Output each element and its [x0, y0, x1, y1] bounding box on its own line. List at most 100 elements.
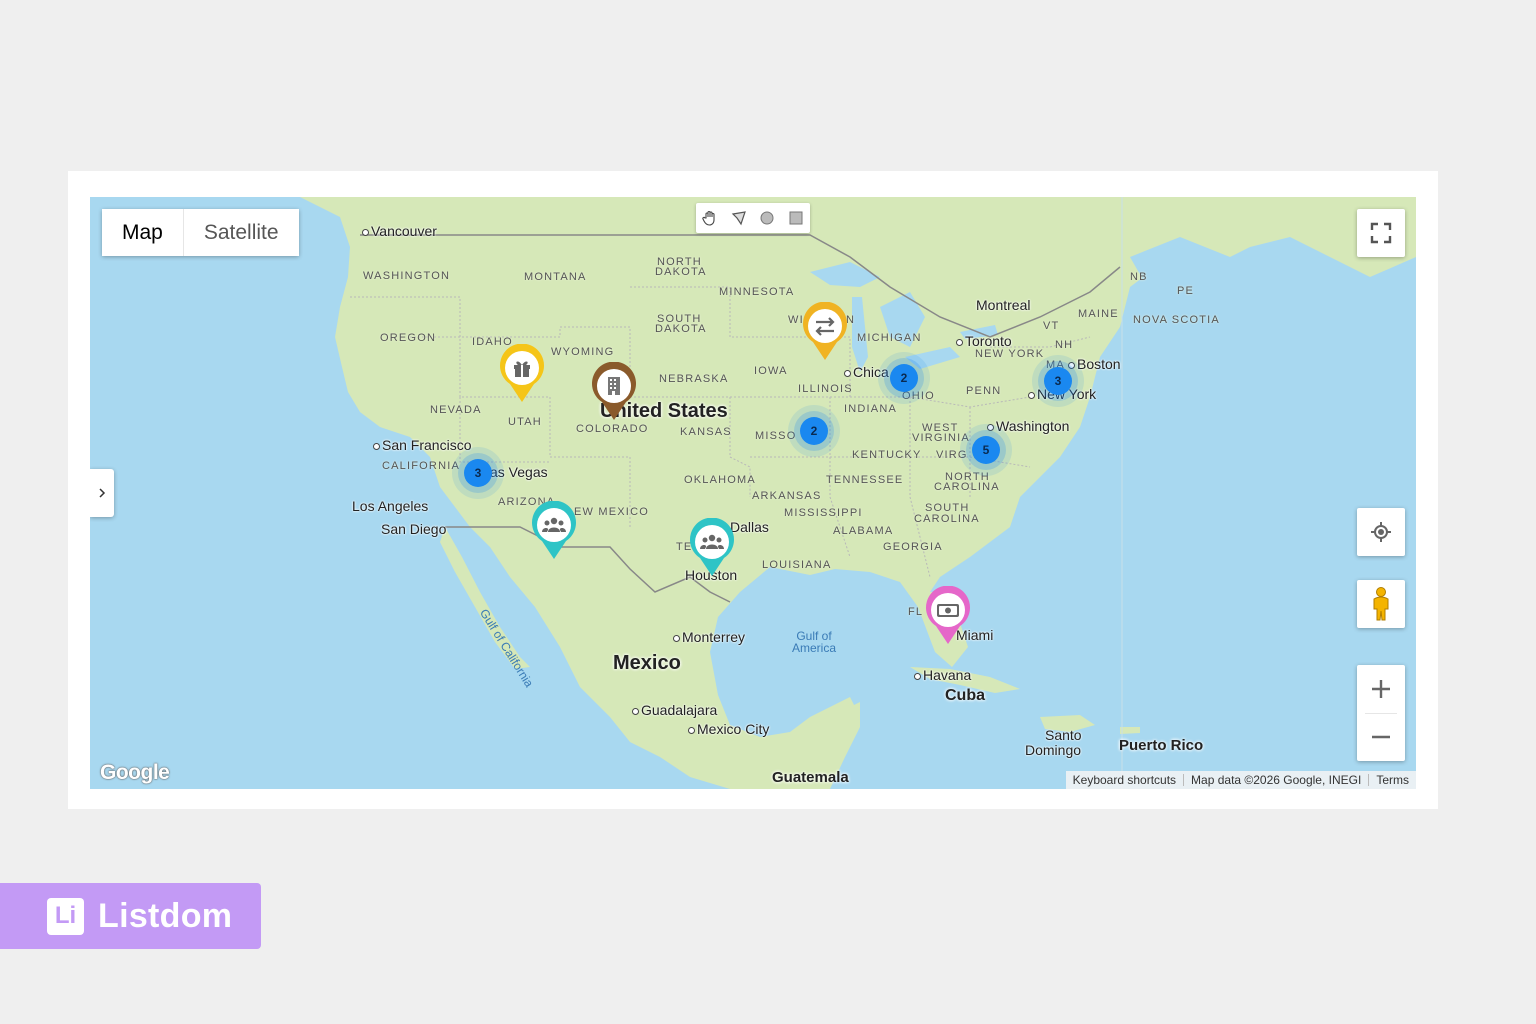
- state-vt: VT: [1043, 320, 1060, 332]
- map-card: United States Mexico Cuba Guatemala Puer…: [68, 171, 1438, 809]
- state-arkansas: ARKANSAS: [752, 490, 822, 502]
- zoom-divider: [1365, 713, 1397, 714]
- state-michigan: MICHIGAN: [857, 332, 922, 344]
- state-penn: PENN: [966, 385, 1002, 397]
- state-nh: NH: [1055, 339, 1074, 351]
- circle-draw-icon[interactable]: [756, 207, 778, 229]
- cluster-washington[interactable]: 5: [959, 423, 1013, 477]
- state-washington: WASHINGTON: [363, 270, 451, 282]
- cluster-count: 3: [1055, 374, 1062, 388]
- state-kentucky: KENTUCKY: [852, 449, 922, 461]
- map-type-map-button[interactable]: Map: [102, 209, 183, 256]
- cluster-count: 2: [811, 424, 818, 438]
- state-oregon: OREGON: [380, 332, 437, 344]
- state-montana: MONTANA: [524, 271, 587, 283]
- my-location-button[interactable]: [1357, 508, 1405, 556]
- state-georgia: GEORGIA: [883, 541, 943, 553]
- pin-wisconsin-exchange[interactable]: [800, 301, 850, 362]
- city-santo-domingo-1: Santo: [1045, 727, 1082, 743]
- state-illinois: ILLINOIS: [798, 383, 853, 395]
- google-logo[interactable]: Google: [100, 761, 170, 785]
- brand-badge: Li Listdom: [0, 883, 261, 949]
- street-view-pegman[interactable]: [1357, 580, 1405, 628]
- country-label-puerto-rico: Puerto Rico: [1119, 737, 1204, 754]
- state-california: CALIFORNIA: [382, 460, 461, 472]
- country-label-cuba: Cuba: [945, 687, 985, 704]
- cluster-count: 2: [901, 371, 908, 385]
- state-maine: MAINE: [1078, 308, 1119, 320]
- state-iowa: IOWA: [754, 365, 788, 377]
- state-louisiana: LOUISIANA: [762, 559, 832, 571]
- building-icon: [608, 377, 620, 395]
- state-south-carolina-2: CAROLINA: [914, 513, 980, 525]
- zoom-out-button[interactable]: [1357, 713, 1405, 761]
- pin-colorado-building[interactable]: [589, 361, 639, 422]
- state-nebraska: NEBRASKA: [659, 373, 729, 385]
- state-minnesota: MINNESOTA: [719, 286, 795, 298]
- pin-utah-gift[interactable]: [497, 343, 547, 404]
- zoom-control: [1357, 665, 1405, 761]
- city-san-diego: San Diego: [381, 521, 447, 537]
- city-mexico-city: Mexico City: [688, 722, 769, 736]
- map-type-satellite-button[interactable]: Satellite: [183, 209, 299, 256]
- country-label-guatemala: Guatemala: [772, 769, 849, 786]
- map-data-text: Map data ©2026 Google, INEGI: [1191, 773, 1362, 787]
- state-nevada: NEVADA: [430, 404, 482, 416]
- fullscreen-button[interactable]: [1357, 209, 1405, 257]
- pin-texas-group[interactable]: [687, 517, 737, 578]
- money-icon: [937, 604, 959, 617]
- map-attribution: Keyboard shortcuts Map data ©2026 Google…: [1065, 771, 1416, 789]
- state-kansas: KANSAS: [680, 426, 732, 438]
- crosshair-icon: [1371, 522, 1391, 542]
- state-oklahoma: OKLAHOMA: [684, 474, 756, 486]
- state-colorado: COLORADO: [576, 423, 649, 435]
- side-panel-toggle[interactable]: [90, 469, 114, 517]
- city-montreal: Montreal: [976, 297, 1031, 313]
- city-monterrey: Monterrey: [673, 630, 745, 644]
- cluster-las-vegas[interactable]: 3: [451, 446, 505, 500]
- city-santo-domingo-2: Domingo: [1025, 742, 1082, 758]
- chevron-right-icon: [99, 488, 106, 498]
- city-vancouver: Vancouver: [362, 224, 437, 238]
- polygon-draw-icon[interactable]: [728, 207, 750, 229]
- state-south-dakota-2: DAKOTA: [655, 323, 707, 335]
- pegman-icon: [1373, 587, 1389, 621]
- drawing-toolbar: [696, 203, 810, 233]
- rectangle-draw-icon[interactable]: [785, 207, 807, 229]
- fullscreen-icon: [1370, 222, 1392, 244]
- state-north-dakota-2: DAKOTA: [655, 266, 707, 278]
- cluster-count: 5: [983, 443, 990, 457]
- zoom-in-button[interactable]: [1357, 665, 1405, 713]
- state-pe: PE: [1177, 285, 1195, 297]
- pin-arizona-group[interactable]: [529, 500, 579, 561]
- state-nova-scotia: NOVA SCOTIA: [1133, 314, 1220, 326]
- water-gulf-of-america-2: America: [792, 641, 837, 655]
- city-havana: Havana: [914, 668, 971, 682]
- state-new-mexico: EW MEXICO: [574, 506, 649, 518]
- country-label-mexico: Mexico: [613, 652, 681, 674]
- state-wyoming: WYOMING: [551, 346, 615, 358]
- hand-pan-icon[interactable]: [699, 207, 721, 229]
- state-tennessee: TENNESSEE: [826, 474, 904, 486]
- map-type-control: Map Satellite: [102, 209, 299, 256]
- state-indiana: INDIANA: [844, 403, 898, 415]
- city-guadalajara: Guadalajara: [632, 703, 717, 717]
- state-north-carolina-2: CAROLINA: [934, 481, 1000, 493]
- cluster-count: 3: [475, 466, 482, 480]
- state-utah: UTAH: [508, 416, 542, 428]
- brand-name: Listdom: [98, 896, 233, 935]
- terms-link[interactable]: Terms: [1369, 773, 1416, 787]
- keyboard-shortcuts-link[interactable]: Keyboard shortcuts: [1066, 773, 1183, 787]
- map-canvas[interactable]: United States Mexico Cuba Guatemala Puer…: [90, 197, 1416, 789]
- water-gulf-of-america: Gulf of America: [792, 630, 836, 654]
- cluster-chicago[interactable]: 2: [877, 351, 931, 405]
- pin-florida-money[interactable]: [923, 585, 973, 646]
- state-florida: FL: [908, 606, 924, 618]
- city-los-angeles: Los Angeles: [352, 498, 429, 514]
- minus-icon: [1372, 735, 1390, 739]
- plus-icon: [1372, 680, 1390, 698]
- state-mississippi: MISSISSIPPI: [784, 507, 863, 519]
- listdom-logo-mark: Li: [47, 897, 84, 935]
- cluster-new-york[interactable]: 3: [1031, 354, 1085, 408]
- cluster-missouri[interactable]: 2: [787, 404, 841, 458]
